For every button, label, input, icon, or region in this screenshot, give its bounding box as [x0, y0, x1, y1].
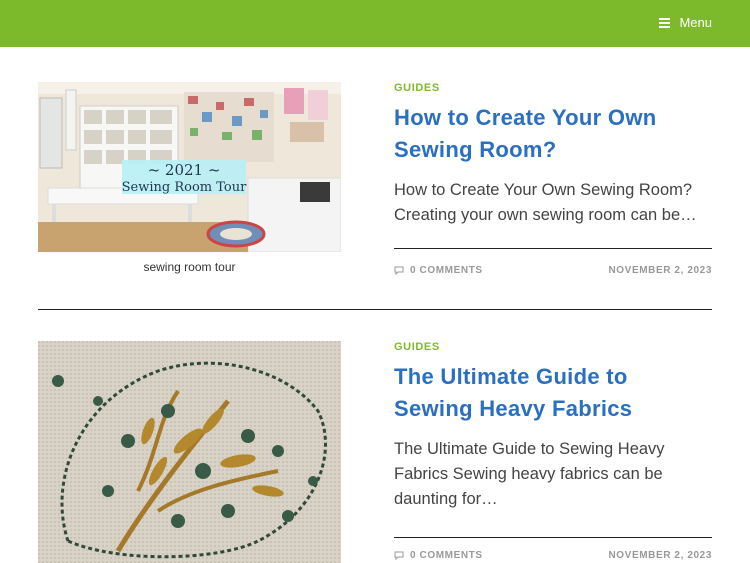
- post-date: NOVEMBER 2, 2023: [608, 550, 712, 561]
- post-date: NOVEMBER 2, 2023: [608, 264, 712, 276]
- menu-button[interactable]: Menu: [659, 15, 712, 30]
- image-overlay-line1: ~ 2021 ~: [148, 161, 221, 179]
- post-content: GUIDES The Ultimate Guide to Sewing Heav…: [394, 341, 712, 561]
- comment-bubble-icon: [394, 551, 404, 560]
- post-category[interactable]: GUIDES: [394, 341, 712, 353]
- hamburger-menu-icon[interactable]: [659, 17, 671, 28]
- post-thumbnail[interactable]: [38, 341, 341, 563]
- post-content: GUIDES How to Create Your Own Sewing Roo…: [394, 82, 712, 276]
- post-thumbnail[interactable]: ~ 2021 ~ Sewing Room Tour: [38, 82, 341, 252]
- embroidered-fabric-photo[interactable]: [38, 341, 341, 563]
- image-overlay-line2: Sewing Room Tour: [122, 180, 247, 195]
- comments-count[interactable]: 0 COMMENTS: [410, 265, 483, 276]
- post-meta: 0 COMMENTS NOVEMBER 2, 2023: [394, 537, 712, 563]
- sewing-room-photo[interactable]: ~ 2021 ~ Sewing Room Tour: [38, 82, 341, 252]
- site-header: Menu: [0, 0, 750, 47]
- comments-count[interactable]: 0 COMMENTS: [410, 550, 483, 561]
- post-excerpt: The Ultimate Guide to Sewing Heavy Fabri…: [394, 440, 665, 508]
- post-meta: 0 COMMENTS NOVEMBER 2, 2023: [394, 248, 712, 290]
- post-card: GUIDES The Ultimate Guide to Sewing Heav…: [38, 341, 712, 563]
- post-title[interactable]: The Ultimate Guide to Sewing Heavy Fabri…: [394, 361, 712, 425]
- comments-link[interactable]: 0 COMMENTS: [394, 550, 483, 561]
- image-caption: sewing room tour: [143, 260, 236, 274]
- post-card: ~ 2021 ~ Sewing Room Tour sewing room to…: [38, 82, 712, 310]
- comments-link[interactable]: 0 COMMENTS: [394, 265, 483, 276]
- post-title[interactable]: How to Create Your Own Sewing Room?: [394, 102, 712, 166]
- post-category[interactable]: GUIDES: [394, 82, 712, 94]
- menu-label[interactable]: Menu: [679, 15, 712, 30]
- post-excerpt: How to Create Your Own Sewing Room? Crea…: [394, 181, 697, 224]
- comment-bubble-icon: [394, 266, 404, 275]
